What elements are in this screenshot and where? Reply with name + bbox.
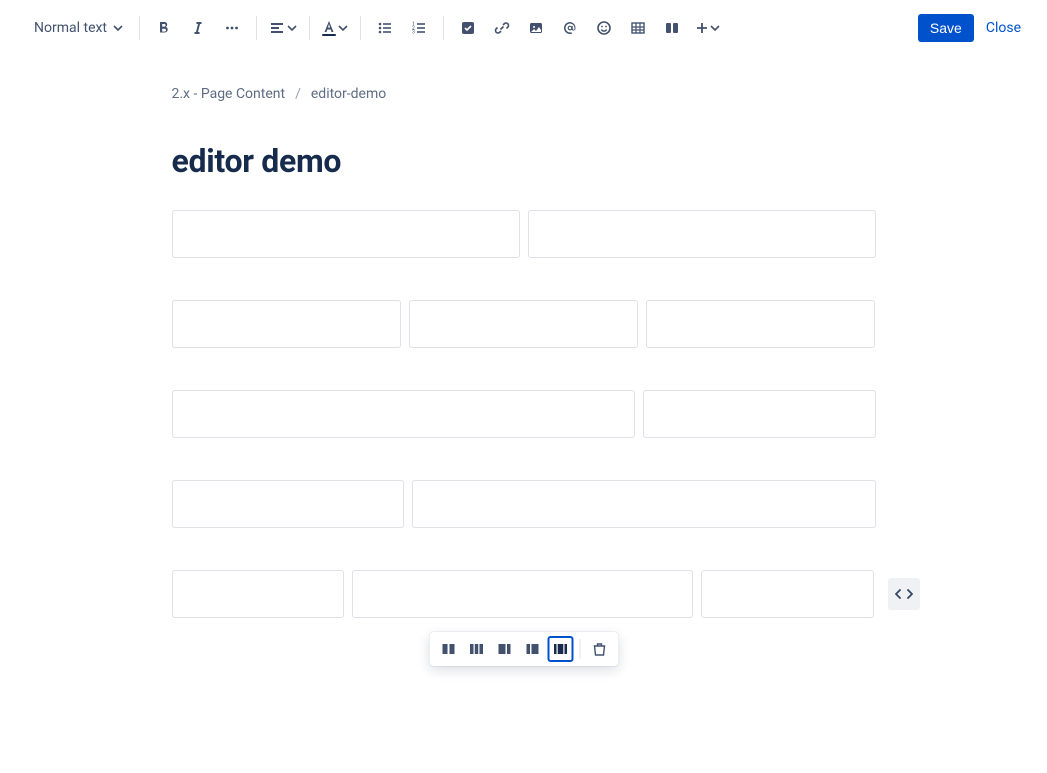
layout-cell[interactable] bbox=[409, 300, 638, 348]
go-wide-button[interactable] bbox=[888, 578, 920, 610]
toolbar-divider bbox=[139, 16, 140, 40]
list-group: 123 bbox=[369, 12, 435, 44]
editor-page: 2.x - Page Content / editor-demo editor … bbox=[144, 86, 904, 678]
layout-icon bbox=[664, 20, 680, 36]
mention-icon bbox=[562, 20, 578, 36]
layout-cell[interactable] bbox=[172, 210, 520, 258]
breadcrumb-separator: / bbox=[295, 86, 301, 102]
italic-button[interactable] bbox=[182, 12, 214, 44]
chevron-down-icon bbox=[287, 23, 297, 33]
layout-cell[interactable] bbox=[528, 210, 876, 258]
table-icon bbox=[630, 20, 646, 36]
bullet-list-button[interactable] bbox=[369, 12, 401, 44]
toolbar-divider bbox=[443, 16, 444, 40]
left-wide-icon bbox=[496, 641, 512, 657]
text-color-group bbox=[318, 12, 352, 44]
insert-group bbox=[452, 12, 724, 44]
svg-text:1: 1 bbox=[412, 22, 415, 28]
center-wide-icon bbox=[552, 641, 568, 657]
text-color-icon bbox=[322, 20, 336, 37]
align-button[interactable] bbox=[265, 12, 301, 44]
layout-option-three-equal[interactable] bbox=[463, 636, 489, 662]
layout-cell[interactable] bbox=[352, 570, 693, 618]
layout-row-right-wide[interactable] bbox=[172, 480, 876, 528]
svg-text:2: 2 bbox=[412, 26, 415, 32]
go-wide-icon bbox=[895, 587, 913, 601]
page-title[interactable]: editor demo bbox=[172, 142, 876, 180]
layout-cell[interactable] bbox=[172, 480, 405, 528]
bullet-list-icon bbox=[377, 20, 393, 36]
layout-cell[interactable] bbox=[172, 300, 401, 348]
chevron-down-icon bbox=[710, 23, 720, 33]
formatting-group bbox=[148, 12, 248, 44]
layout-section-wrapper bbox=[172, 210, 876, 678]
breadcrumb-current: editor-demo bbox=[311, 86, 386, 102]
more-formatting-button[interactable] bbox=[216, 12, 248, 44]
text-style-selector[interactable]: Normal text bbox=[26, 12, 131, 44]
close-button[interactable]: Close bbox=[986, 20, 1021, 36]
layout-option-three-center-wide[interactable] bbox=[547, 636, 573, 662]
layout-row-three-center-wide[interactable] bbox=[172, 570, 876, 618]
table-button[interactable] bbox=[622, 12, 654, 44]
layout-button[interactable] bbox=[656, 12, 688, 44]
mention-button[interactable] bbox=[554, 12, 586, 44]
chevron-down-icon bbox=[113, 23, 123, 33]
remove-layout-button[interactable] bbox=[586, 636, 612, 662]
layout-option-left-wide[interactable] bbox=[491, 636, 517, 662]
align-group bbox=[265, 12, 301, 44]
toolbar-divider bbox=[309, 16, 310, 40]
layout-option-two-equal[interactable] bbox=[435, 636, 461, 662]
link-button[interactable] bbox=[486, 12, 518, 44]
text-color-button[interactable] bbox=[318, 12, 352, 44]
task-list-button[interactable] bbox=[452, 12, 484, 44]
link-icon bbox=[494, 20, 510, 36]
breadcrumb-parent[interactable]: 2.x - Page Content bbox=[172, 86, 286, 102]
text-style-label: Normal text bbox=[34, 20, 107, 36]
image-button[interactable] bbox=[520, 12, 552, 44]
two-columns-icon bbox=[440, 641, 456, 657]
editor-toolbar: Normal text bbox=[0, 0, 1047, 56]
numbered-list-icon: 123 bbox=[411, 20, 427, 36]
layout-row-two-equal[interactable] bbox=[172, 210, 876, 258]
three-columns-icon bbox=[468, 641, 484, 657]
layout-option-right-wide[interactable] bbox=[519, 636, 545, 662]
image-icon bbox=[528, 20, 544, 36]
toolbar-actions: Save Close bbox=[918, 14, 1021, 42]
italic-icon bbox=[190, 20, 206, 36]
layout-cell[interactable] bbox=[412, 480, 875, 528]
save-button[interactable]: Save bbox=[918, 14, 974, 42]
layout-cell[interactable] bbox=[646, 300, 875, 348]
align-left-icon bbox=[269, 20, 285, 36]
svg-text:3: 3 bbox=[412, 30, 415, 36]
trash-icon bbox=[591, 641, 607, 657]
bold-icon bbox=[156, 20, 172, 36]
chevron-down-icon bbox=[338, 23, 348, 33]
layout-cell[interactable] bbox=[701, 570, 873, 618]
layout-cell[interactable] bbox=[643, 390, 876, 438]
plus-icon bbox=[694, 20, 710, 36]
layout-row-three-equal[interactable] bbox=[172, 300, 876, 348]
breadcrumb: 2.x - Page Content / editor-demo bbox=[172, 86, 876, 102]
bold-button[interactable] bbox=[148, 12, 180, 44]
more-icon bbox=[224, 20, 240, 36]
layout-cell[interactable] bbox=[172, 390, 635, 438]
layout-cell[interactable] bbox=[172, 570, 344, 618]
numbered-list-button[interactable]: 123 bbox=[403, 12, 435, 44]
layout-row-left-wide[interactable] bbox=[172, 390, 876, 438]
toolbar-divider bbox=[579, 639, 580, 659]
toolbar-divider bbox=[256, 16, 257, 40]
task-icon bbox=[460, 20, 476, 36]
right-wide-icon bbox=[524, 641, 540, 657]
layout-options-toolbar bbox=[429, 632, 618, 666]
insert-more-button[interactable] bbox=[690, 12, 724, 44]
toolbar-divider bbox=[360, 16, 361, 40]
emoji-icon bbox=[596, 20, 612, 36]
emoji-button[interactable] bbox=[588, 12, 620, 44]
